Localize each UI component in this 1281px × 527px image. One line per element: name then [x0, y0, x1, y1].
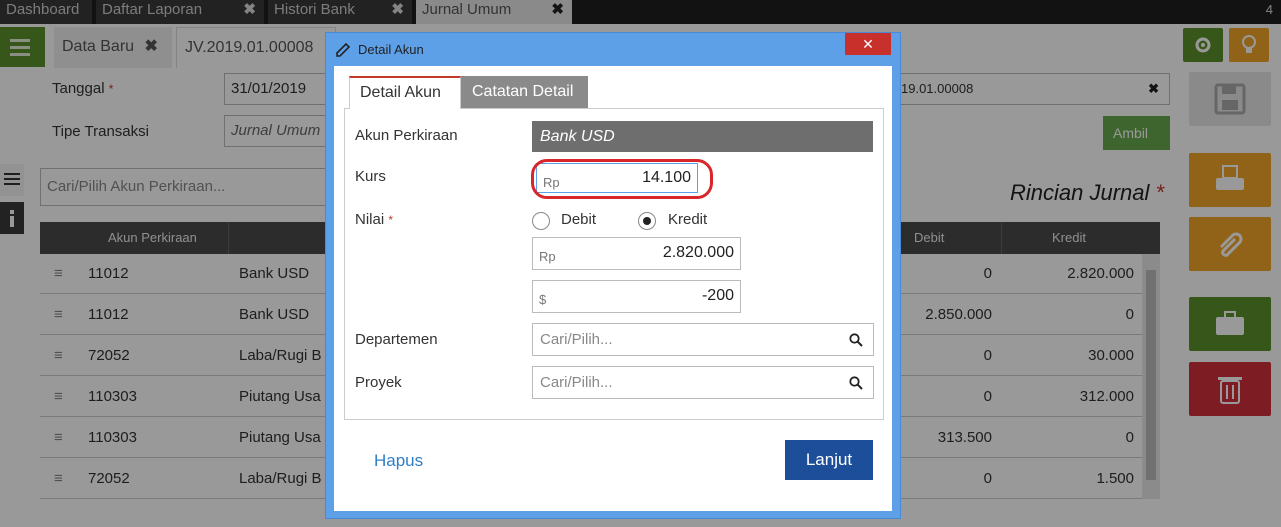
kredit-radio-label: Kredit	[668, 211, 708, 228]
lanjut-button[interactable]: Lanjut	[785, 440, 873, 480]
dialog-body: Detail Akun Catatan Detail Akun Perkiraa…	[334, 66, 892, 511]
close-button[interactable]: ✕	[845, 33, 891, 55]
nilai-rp-value: 2.820.000	[662, 244, 734, 261]
nilai-usd-input[interactable]: $ -200	[532, 280, 741, 313]
pencil-icon	[336, 42, 351, 57]
debit-radio-label: Debit	[561, 211, 597, 228]
debit-radio[interactable]	[532, 212, 550, 230]
tab-detail-akun[interactable]: Detail Akun	[349, 76, 461, 109]
proyek-select[interactable]: Cari/Pilih...	[532, 366, 874, 399]
proyek-placeholder: Cari/Pilih...	[540, 374, 613, 391]
currency-prefix: Rp	[539, 249, 556, 264]
kurs-highlight-annotation	[531, 159, 713, 199]
kurs-label: Kurs	[355, 168, 386, 185]
detail-panel: Akun Perkiraan Bank USD Kurs Rp 14.100 N…	[344, 108, 884, 420]
nilai-rp-input[interactable]: Rp 2.820.000	[532, 237, 741, 270]
search-icon[interactable]	[849, 376, 863, 390]
hapus-button[interactable]: Hapus	[374, 451, 423, 471]
account-value: Bank USD	[532, 121, 873, 152]
detail-akun-dialog: Detail Akun ✕ Detail Akun Catatan Detail…	[325, 32, 901, 519]
departemen-label: Departemen	[355, 331, 438, 348]
tab-catatan-detail[interactable]: Catatan Detail	[461, 76, 588, 108]
nilai-label: Nilai *	[355, 211, 394, 228]
dialog-titlebar: Detail Akun ✕	[326, 33, 900, 66]
departemen-select[interactable]: Cari/Pilih...	[532, 323, 874, 356]
search-icon[interactable]	[849, 333, 863, 347]
proyek-label: Proyek	[355, 374, 402, 391]
dialog-title: Detail Akun	[358, 42, 424, 57]
currency-prefix: $	[539, 292, 547, 307]
nilai-usd-value: -200	[701, 287, 734, 304]
departemen-placeholder: Cari/Pilih...	[540, 331, 613, 348]
account-label: Akun Perkiraan	[355, 127, 458, 144]
kredit-radio[interactable]	[638, 212, 656, 230]
